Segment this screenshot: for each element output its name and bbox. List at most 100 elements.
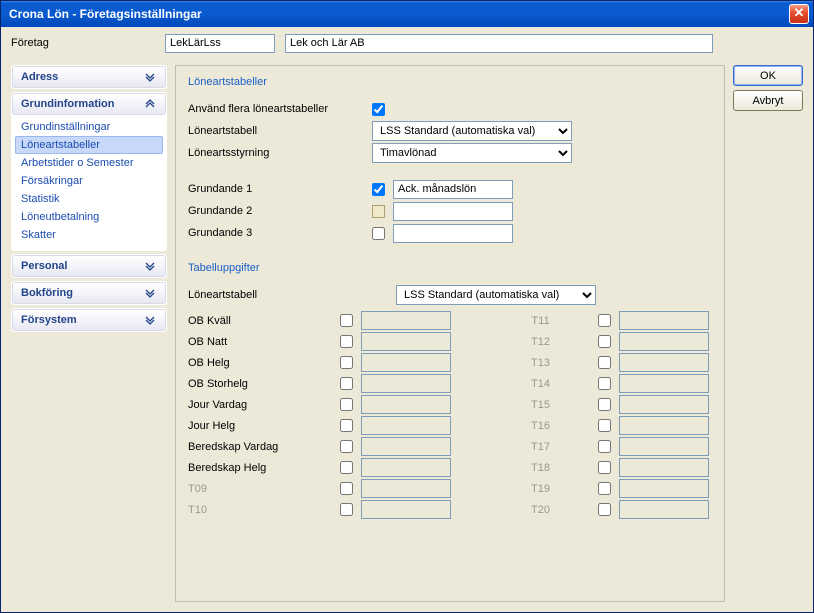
row-label-left: T10 bbox=[188, 504, 340, 516]
sidebar-item-loneartstabeller[interactable]: Löneartstabeller bbox=[15, 136, 163, 154]
nav-header-label: Bokföring bbox=[21, 287, 143, 299]
row-value-right[interactable] bbox=[619, 374, 709, 393]
nav-header-bokforing[interactable]: Bokföring bbox=[12, 282, 166, 304]
row-checkbox-right[interactable] bbox=[598, 335, 611, 348]
row-checkbox-right[interactable] bbox=[598, 314, 611, 327]
row-checkbox-right[interactable] bbox=[598, 356, 611, 369]
row-label-left: Beredskap Vardag bbox=[188, 441, 340, 453]
row-value-left[interactable] bbox=[361, 437, 451, 456]
row-value-right[interactable] bbox=[619, 458, 709, 477]
sidebar-item-arbetstider[interactable]: Arbetstider o Semester bbox=[15, 154, 163, 172]
row-value-left[interactable] bbox=[361, 416, 451, 435]
close-icon: ✕ bbox=[794, 5, 805, 20]
row-value-left[interactable] bbox=[361, 374, 451, 393]
grundande3-label: Grundande 3 bbox=[188, 227, 372, 239]
nav-header-label: Personal bbox=[21, 260, 143, 272]
row-label-left: T09 bbox=[188, 483, 340, 495]
nav-header-label: Adress bbox=[21, 71, 143, 83]
ok-button[interactable]: OK bbox=[733, 65, 803, 86]
row-label-right: T11 bbox=[483, 315, 597, 327]
row-checkbox-left[interactable] bbox=[340, 356, 353, 369]
row-checkbox-right[interactable] bbox=[598, 419, 611, 432]
row-value-left[interactable] bbox=[361, 500, 451, 519]
row-checkbox-right[interactable] bbox=[598, 377, 611, 390]
row-checkbox-left[interactable] bbox=[340, 461, 353, 474]
grundande2-label: Grundande 2 bbox=[188, 205, 372, 217]
row-checkbox-left[interactable] bbox=[340, 335, 353, 348]
table-row: Beredskap HelgT18 bbox=[188, 457, 712, 478]
styrning-label: Löneartsstyrning bbox=[188, 147, 372, 159]
sidebar: Adress Grundinformation Grundinställning… bbox=[11, 65, 167, 602]
sidebar-item-statistik[interactable]: Statistik bbox=[15, 190, 163, 208]
row-value-right[interactable] bbox=[619, 311, 709, 330]
row-checkbox-right[interactable] bbox=[598, 440, 611, 453]
company-code-input[interactable] bbox=[165, 34, 275, 53]
sidebar-item-grundinstallningar[interactable]: Grundinställningar bbox=[15, 118, 163, 136]
row-value-left[interactable] bbox=[361, 353, 451, 372]
close-button[interactable]: ✕ bbox=[789, 4, 809, 24]
row-checkbox-right[interactable] bbox=[598, 398, 611, 411]
row-checkbox-left[interactable] bbox=[340, 314, 353, 327]
nav-section-adress: Adress bbox=[11, 65, 167, 89]
row-value-left[interactable] bbox=[361, 479, 451, 498]
nav-header-forsystem[interactable]: Försystem bbox=[12, 309, 166, 331]
sidebar-item-loneutbetalning[interactable]: Löneutbetalning bbox=[15, 208, 163, 226]
right-column: OK Avbryt bbox=[733, 65, 803, 602]
styrning-select[interactable]: Timavlönad bbox=[372, 143, 572, 163]
use-multi-checkbox[interactable] bbox=[372, 103, 385, 116]
grundande3-checkbox[interactable] bbox=[372, 227, 385, 240]
chevron-down-icon bbox=[143, 70, 157, 84]
row-checkbox-left[interactable] bbox=[340, 398, 353, 411]
row-checkbox-left[interactable] bbox=[340, 482, 353, 495]
row-label-right: T15 bbox=[483, 399, 597, 411]
table-row: OB KvällT11 bbox=[188, 310, 712, 331]
row-tabell-select: Löneartstabell LSS Standard (automatiska… bbox=[188, 284, 712, 306]
row-label-right: T19 bbox=[483, 483, 597, 495]
titlebar: Crona Lön - Företagsinställningar ✕ bbox=[1, 1, 813, 27]
grundande1-checkbox[interactable] bbox=[372, 183, 385, 196]
row-checkbox-left[interactable] bbox=[340, 440, 353, 453]
table-row: T09 T19 bbox=[188, 478, 712, 499]
row-value-right[interactable] bbox=[619, 437, 709, 456]
loneartstabell-select[interactable]: LSS Standard (automatiska val) bbox=[372, 121, 572, 141]
tabell-table-select[interactable]: LSS Standard (automatiska val) bbox=[396, 285, 596, 305]
table-row: OB HelgT13 bbox=[188, 352, 712, 373]
row-label-left: Jour Helg bbox=[188, 420, 340, 432]
row-value-right[interactable] bbox=[619, 332, 709, 351]
row-checkbox-right[interactable] bbox=[598, 503, 611, 516]
row-value-left[interactable] bbox=[361, 395, 451, 414]
nav-header-adress[interactable]: Adress bbox=[12, 66, 166, 88]
row-value-right[interactable] bbox=[619, 479, 709, 498]
row-checkbox-left[interactable] bbox=[340, 503, 353, 516]
nav-section-bokforing: Bokföring bbox=[11, 281, 167, 305]
window: Crona Lön - Företagsinställningar ✕ Före… bbox=[0, 0, 814, 613]
row-value-left[interactable] bbox=[361, 332, 451, 351]
sidebar-item-forsakringar[interactable]: Försäkringar bbox=[15, 172, 163, 190]
row-checkbox-left[interactable] bbox=[340, 419, 353, 432]
company-label: Företag bbox=[11, 37, 163, 49]
cancel-button[interactable]: Avbryt bbox=[733, 90, 803, 111]
row-checkbox-right[interactable] bbox=[598, 461, 611, 474]
row-checkbox-right[interactable] bbox=[598, 482, 611, 495]
grundande2-input[interactable] bbox=[393, 202, 513, 221]
row-label-left: Beredskap Helg bbox=[188, 462, 340, 474]
row-label-right: T14 bbox=[483, 378, 597, 390]
nav-header-grundinformation[interactable]: Grundinformation bbox=[12, 93, 166, 115]
row-checkbox-left[interactable] bbox=[340, 377, 353, 390]
row-value-right[interactable] bbox=[619, 395, 709, 414]
grundande3-input[interactable] bbox=[393, 224, 513, 243]
row-grundande-1: Grundande 1 bbox=[188, 178, 712, 200]
row-value-right[interactable] bbox=[619, 416, 709, 435]
company-name-input[interactable] bbox=[285, 34, 713, 53]
company-row: Företag bbox=[1, 27, 813, 59]
grundande2-checkbox[interactable] bbox=[372, 205, 385, 218]
sidebar-item-skatter[interactable]: Skatter bbox=[15, 226, 163, 244]
nav-header-personal[interactable]: Personal bbox=[12, 255, 166, 277]
row-value-right[interactable] bbox=[619, 353, 709, 372]
grundande1-label: Grundande 1 bbox=[188, 183, 372, 195]
grundande1-input[interactable] bbox=[393, 180, 513, 199]
nav-header-label: Försystem bbox=[21, 314, 143, 326]
row-value-right[interactable] bbox=[619, 500, 709, 519]
row-value-left[interactable] bbox=[361, 311, 451, 330]
row-value-left[interactable] bbox=[361, 458, 451, 477]
